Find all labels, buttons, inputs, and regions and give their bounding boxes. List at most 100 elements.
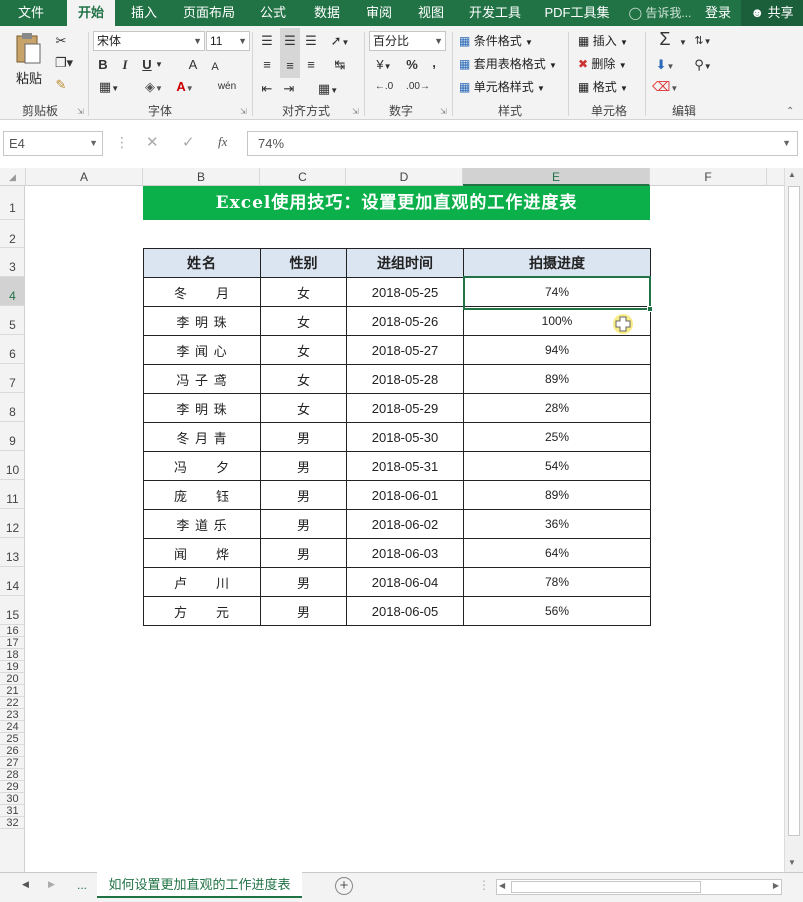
scroll-down-icon[interactable]: ▼ — [788, 858, 796, 867]
increase-indent-icon[interactable]: ⇥ — [280, 80, 298, 98]
horizontal-scroll-thumb[interactable] — [511, 881, 701, 893]
fill-handle[interactable] — [647, 306, 653, 312]
row-header-3[interactable]: 3 — [0, 248, 25, 277]
row-header-29[interactable]: 29 — [0, 781, 25, 793]
align-center-icon[interactable]: ≡ — [280, 54, 300, 78]
menu-file[interactable]: 文件 — [0, 0, 62, 26]
font-size-select[interactable]: 11 ▼ — [206, 31, 250, 51]
header-progress[interactable]: 拍摄进度 — [463, 248, 651, 278]
chevron-down-icon[interactable]: ▼ — [678, 34, 688, 52]
format-cells-button[interactable]: ▦ 格式 ▼ — [578, 78, 628, 95]
phonetic-button[interactable]: wén — [214, 78, 240, 96]
cell-gender[interactable]: 男 — [260, 422, 347, 452]
row-header-25[interactable]: 25 — [0, 733, 25, 745]
font-name-select[interactable]: 宋体 ▼ — [93, 31, 205, 51]
cell-gender[interactable]: 男 — [260, 596, 347, 626]
cell-name[interactable]: 方 元 — [143, 596, 261, 626]
scroll-up-icon[interactable]: ▲ — [788, 170, 796, 179]
header-join-date[interactable]: 进组时间 — [346, 248, 464, 278]
cell-progress[interactable]: 54% — [463, 451, 651, 481]
cell-name[interactable]: 闻 烨 — [143, 538, 261, 568]
row-header-15[interactable]: 15 — [0, 596, 25, 625]
row-header-2[interactable]: 2 — [0, 220, 25, 248]
collapse-ribbon-icon[interactable]: ⌃ — [786, 106, 794, 117]
paste-icon[interactable] — [14, 32, 42, 66]
row-header-18[interactable]: 18 — [0, 649, 25, 661]
grow-font-button[interactable]: A — [186, 56, 200, 74]
clipboard-launcher-icon[interactable]: ⇲ — [77, 107, 84, 116]
menu-review[interactable]: 审阅 — [356, 0, 402, 26]
cell-name[interactable]: 卢 川 — [143, 567, 261, 597]
cell-name[interactable]: 李 闻 心 — [143, 335, 261, 365]
menu-page-layout[interactable]: 页面布局 — [176, 0, 242, 26]
row-header-30[interactable]: 30 — [0, 793, 25, 805]
row-header-12[interactable]: 12 — [0, 509, 25, 538]
row-header-20[interactable]: 20 — [0, 673, 25, 685]
cancel-icon[interactable]: ✕ — [146, 133, 159, 151]
row-header-1[interactable]: 1 — [0, 186, 25, 220]
cell-progress[interactable]: 89% — [463, 480, 651, 510]
row-header-5[interactable]: 5 — [0, 306, 25, 335]
number-launcher-icon[interactable]: ⇲ — [440, 107, 447, 116]
scroll-right-icon[interactable]: ▶ — [773, 881, 779, 890]
paste-button[interactable]: 粘贴 — [16, 68, 42, 87]
row-header-11[interactable]: 11 — [0, 480, 25, 509]
align-bottom-icon[interactable]: ☰ — [302, 32, 320, 50]
row-header-10[interactable]: 10 — [0, 451, 25, 480]
row-header-21[interactable]: 21 — [0, 685, 25, 697]
title-banner[interactable]: Excel使用技巧：设置更加直观的工作进度表 — [143, 186, 650, 220]
menu-data[interactable]: 数据 — [304, 0, 350, 26]
align-right-icon[interactable]: ≡ — [302, 56, 320, 74]
cell-join-date[interactable]: 2018-05-28 — [346, 364, 464, 394]
sheet-tab-active[interactable]: 如何设置更加直观的工作进度表 — [97, 872, 302, 898]
row-header-6[interactable]: 6 — [0, 335, 25, 364]
horizontal-scrollbar[interactable]: ◀ ▶ — [496, 879, 782, 895]
cell-progress[interactable]: 36% — [463, 509, 651, 539]
cell-gender[interactable]: 男 — [260, 451, 347, 481]
column-header-a[interactable]: A — [26, 168, 143, 186]
share-button[interactable]: ☻ 共享 — [741, 0, 803, 26]
cell-join-date[interactable]: 2018-05-25 — [346, 277, 464, 307]
row-header-8[interactable]: 8 — [0, 393, 25, 422]
merge-center-icon[interactable]: ▦▼ — [316, 80, 340, 100]
cell-join-date[interactable]: 2018-06-01 — [346, 480, 464, 510]
login-link[interactable]: 登录 — [700, 0, 736, 26]
menu-developer[interactable]: 开发工具 — [462, 0, 528, 26]
sort-filter-icon[interactable]: ⇅▼ — [690, 32, 716, 51]
row-header-28[interactable]: 28 — [0, 769, 25, 781]
align-left-icon[interactable]: ≡ — [258, 56, 276, 74]
delete-cells-button[interactable]: ✖ 删除 ▼ — [578, 55, 627, 72]
format-painter-icon[interactable]: ✎ — [52, 76, 70, 94]
insert-cells-button[interactable]: ▦ 插入 ▼ — [578, 32, 628, 49]
row-header-23[interactable]: 23 — [0, 709, 25, 721]
cell-progress[interactable]: 64% — [463, 538, 651, 568]
menu-view[interactable]: 视图 — [408, 0, 454, 26]
menu-insert[interactable]: 插入 — [121, 0, 167, 26]
cell-name[interactable]: 李 道 乐 — [143, 509, 261, 539]
row-header-26[interactable]: 26 — [0, 745, 25, 757]
cell-gender[interactable]: 女 — [260, 364, 347, 394]
header-name[interactable]: 姓名 — [143, 248, 261, 278]
formula-input[interactable]: 74% ▼ — [247, 131, 798, 156]
format-as-table-button[interactable]: ▦ 套用表格格式 ▼ — [459, 55, 557, 72]
borders-icon[interactable]: ▦▼ — [96, 78, 122, 98]
cell-name[interactable]: 冬 月 青 — [143, 422, 261, 452]
find-select-icon[interactable]: ⚲▼ — [690, 56, 716, 76]
cell-join-date[interactable]: 2018-05-26 — [346, 306, 464, 336]
underline-button[interactable]: U — [140, 56, 154, 74]
row-header-7[interactable]: 7 — [0, 364, 25, 393]
cell-join-date[interactable]: 2018-05-27 — [346, 335, 464, 365]
currency-icon[interactable]: ¥▼ — [370, 56, 398, 76]
row-header-9[interactable]: 9 — [0, 422, 25, 451]
cell-join-date[interactable]: 2018-06-03 — [346, 538, 464, 568]
alignment-launcher-icon[interactable]: ⇲ — [352, 107, 359, 116]
row-header-31[interactable]: 31 — [0, 805, 25, 817]
cell-name[interactable]: 庞 钰 — [143, 480, 261, 510]
cell-gender[interactable]: 女 — [260, 306, 347, 336]
cell-gender[interactable]: 男 — [260, 538, 347, 568]
decrease-decimal-icon[interactable]: .00→ — [404, 78, 432, 96]
cell-progress[interactable]: 78% — [463, 567, 651, 597]
cell-gender[interactable]: 男 — [260, 567, 347, 597]
column-header-f[interactable]: F — [650, 168, 767, 186]
row-header-14[interactable]: 14 — [0, 567, 25, 596]
